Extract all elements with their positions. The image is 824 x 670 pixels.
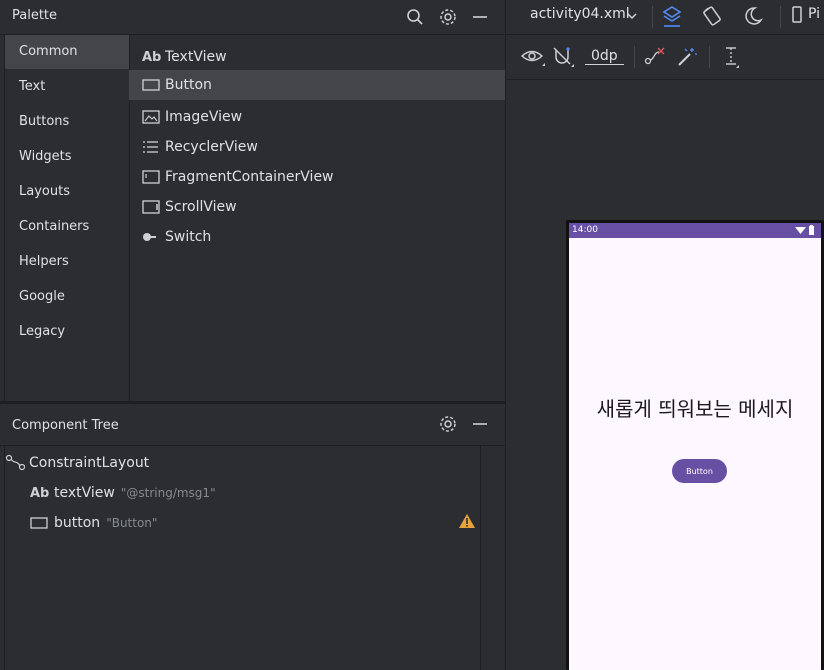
category-widgets[interactable]: Widgets (5, 140, 129, 174)
default-margin-value[interactable]: 0dp (585, 48, 624, 65)
battery-icon (808, 225, 815, 238)
tree-node-hint: "@string/msg1" (120, 486, 216, 500)
warning-icon[interactable] (458, 513, 476, 533)
widget-recyclerview[interactable]: RecyclerView (129, 132, 505, 162)
search-icon[interactable] (402, 4, 428, 30)
layout-toolbar: 0dp (506, 35, 824, 80)
palette-title: Palette (12, 8, 58, 23)
tree-node-constraintlayout[interactable]: ConstraintLayout (5, 448, 149, 478)
guidelines-icon[interactable] (721, 45, 741, 73)
rotate-icon[interactable] (701, 5, 723, 31)
widget-label: Button (165, 77, 212, 93)
minimize-icon[interactable] (467, 411, 493, 437)
gear-icon[interactable] (435, 411, 461, 437)
scrollview-icon (142, 198, 162, 216)
widget-fragmentcontainerview[interactable]: FragmentContainerView (129, 162, 505, 192)
toolbar-separator (634, 46, 635, 68)
tree-node-textview[interactable]: Ab textView "@string/msg1" (30, 478, 216, 508)
category-helpers[interactable]: Helpers (5, 245, 129, 279)
palette-category-list: Common Text Buttons Widgets Layouts Cont… (4, 35, 130, 401)
button-icon (142, 76, 162, 94)
component-tree: ConstraintLayout Ab textView "@string/ms… (4, 446, 481, 670)
widget-label: TextView (165, 49, 227, 65)
tree-node-button[interactable]: button "Button" (30, 508, 157, 538)
widget-label: ImageView (165, 109, 243, 125)
widget-label: RecyclerView (165, 139, 258, 155)
palette-widget-list: Ab TextView Button ImageView RecyclerVie… (129, 35, 505, 401)
status-bar: 14:00 (569, 223, 821, 238)
category-common[interactable]: Common (5, 35, 129, 69)
tree-node-label: textView (54, 485, 115, 501)
chevron-down-icon[interactable] (626, 10, 638, 25)
widget-imageview[interactable]: ImageView (129, 102, 505, 132)
status-time: 14:00 (572, 225, 598, 235)
night-mode-icon[interactable] (743, 6, 763, 30)
image-icon (142, 108, 162, 126)
tree-node-label: ConstraintLayout (29, 455, 150, 471)
category-text[interactable]: Text (5, 70, 129, 104)
widget-button[interactable]: Button (129, 70, 505, 100)
category-containers[interactable]: Containers (5, 210, 129, 244)
widget-textview[interactable]: Ab TextView (129, 42, 505, 72)
design-toolbar: activity04.xml Pi (506, 0, 824, 35)
button-icon (30, 517, 54, 529)
gear-icon[interactable] (435, 4, 461, 30)
clear-constraints-icon[interactable] (644, 46, 666, 72)
widget-label: Switch (165, 229, 212, 245)
message-textview[interactable]: 새롭게 띄워보는 메세지 (569, 393, 821, 422)
minimize-icon[interactable] (467, 4, 493, 30)
category-buttons[interactable]: Buttons (5, 105, 129, 139)
eye-icon[interactable] (520, 47, 546, 71)
tree-scroll-area (480, 446, 505, 670)
magic-wand-icon[interactable] (676, 46, 698, 72)
component-tree-header: Component Tree (0, 404, 505, 446)
device-dropdown-label[interactable]: Pi (808, 6, 820, 22)
widget-label: ScrollView (165, 199, 237, 215)
list-icon (142, 138, 162, 156)
toolbar-separator (709, 46, 710, 68)
constraint-layout-icon (5, 454, 29, 472)
widget-label: FragmentContainerView (165, 169, 334, 185)
layers-icon[interactable] (661, 4, 683, 32)
file-name-dropdown[interactable]: activity04.xml (530, 6, 630, 22)
magnet-off-icon[interactable] (552, 46, 576, 72)
wifi-icon (795, 226, 806, 238)
tree-node-hint: "Button" (106, 516, 158, 530)
toolbar-separator (652, 6, 653, 28)
component-tree-title: Component Tree (12, 418, 119, 433)
device-screen: 14:00 새롭게 띄워보는 메세지 Button (569, 223, 821, 670)
ab-text-icon: Ab (30, 485, 50, 501)
category-legacy[interactable]: Legacy (5, 315, 129, 349)
widget-scrollview[interactable]: ScrollView (129, 192, 505, 222)
palette-header: Palette (0, 0, 504, 35)
category-google[interactable]: Google (5, 280, 129, 314)
widget-switch[interactable]: Switch (129, 222, 505, 252)
device-icon[interactable] (791, 6, 803, 28)
toolbar-separator (780, 6, 781, 28)
fragment-icon (142, 168, 162, 186)
category-layouts[interactable]: Layouts (5, 175, 129, 209)
switch-icon (142, 228, 162, 246)
device-preview[interactable]: 14:00 새롭게 띄워보는 메세지 Button (566, 220, 824, 670)
preview-button[interactable]: Button (672, 459, 727, 483)
ab-text-icon: Ab (142, 49, 162, 65)
tree-node-label: button (54, 515, 101, 531)
